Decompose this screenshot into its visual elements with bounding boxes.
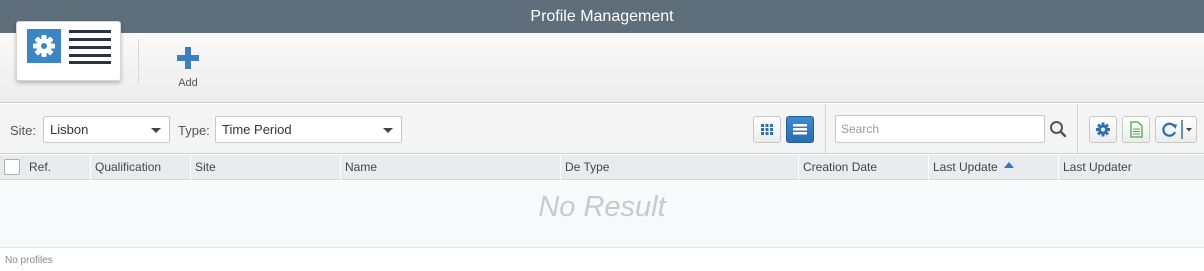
column-header-label: Last Updater	[1063, 160, 1132, 174]
list-view-icon	[793, 124, 807, 135]
column-header-last-updater[interactable]: Last Updater	[1058, 155, 1204, 180]
column-header-de-type[interactable]: De Type	[560, 155, 798, 180]
search-input[interactable]	[835, 115, 1045, 143]
export-button[interactable]	[1122, 116, 1150, 143]
type-label: Type:	[178, 123, 210, 138]
chevron-down-icon	[151, 128, 161, 133]
site-label: Site:	[10, 123, 37, 138]
refresh-button[interactable]	[1155, 116, 1197, 143]
toolbar-divider	[138, 39, 139, 83]
column-header-label: Name	[345, 160, 378, 174]
settings-button[interactable]	[1089, 116, 1117, 143]
table-header: Ref. Qualification Site Name De Type Cre…	[0, 155, 1204, 180]
grid-view-button[interactable]	[753, 116, 781, 143]
chevron-down-icon	[383, 128, 393, 133]
empty-state-text: No Result	[538, 191, 666, 223]
column-header-ref[interactable]: Ref.	[25, 155, 90, 180]
gear-icon	[27, 29, 61, 63]
filter-bar: Site: Lisbon Type: Time Period	[0, 104, 1204, 154]
grid-view-icon	[761, 124, 773, 135]
site-select[interactable]: Lisbon	[43, 116, 170, 143]
app-icon	[16, 21, 121, 81]
column-header-label: Last Update	[933, 160, 998, 174]
export-document-icon	[1130, 121, 1143, 138]
window-title: Profile Management	[0, 0, 1204, 33]
add-button[interactable]: Add	[168, 47, 208, 93]
type-select-value: Time Period	[222, 122, 292, 137]
column-header-label: Site	[195, 160, 216, 174]
column-header-label: Ref.	[29, 160, 52, 174]
type-select[interactable]: Time Period	[215, 116, 402, 143]
gear-icon	[1096, 122, 1110, 137]
plus-icon	[177, 47, 199, 69]
list-view-button[interactable]	[786, 116, 814, 143]
column-header-site[interactable]: Site	[190, 155, 340, 180]
toolbar: Add	[0, 21, 1204, 103]
add-label: Add	[178, 77, 198, 89]
column-header-qualification[interactable]: Qualification	[90, 155, 190, 180]
site-select-value: Lisbon	[50, 122, 89, 137]
filter-separator	[825, 104, 826, 154]
column-header-name[interactable]: Name	[340, 155, 560, 180]
table-body: No Result	[0, 181, 1204, 248]
column-header-label: Creation Date	[803, 160, 878, 174]
list-lines-icon	[69, 30, 113, 64]
column-header-label: De Type	[565, 160, 610, 174]
column-header-label: Qualification	[95, 160, 162, 174]
select-all-checkbox[interactable]	[4, 159, 20, 175]
footer-status: No profiles	[5, 255, 53, 266]
refresh-icon	[1162, 120, 1192, 139]
sort-ascending-icon	[1003, 162, 1014, 168]
search-icon[interactable]	[1049, 120, 1067, 138]
filter-separator	[1077, 104, 1078, 154]
column-header-last-update[interactable]: Last Update	[928, 155, 1058, 180]
column-header-creation-date[interactable]: Creation Date	[798, 155, 928, 180]
